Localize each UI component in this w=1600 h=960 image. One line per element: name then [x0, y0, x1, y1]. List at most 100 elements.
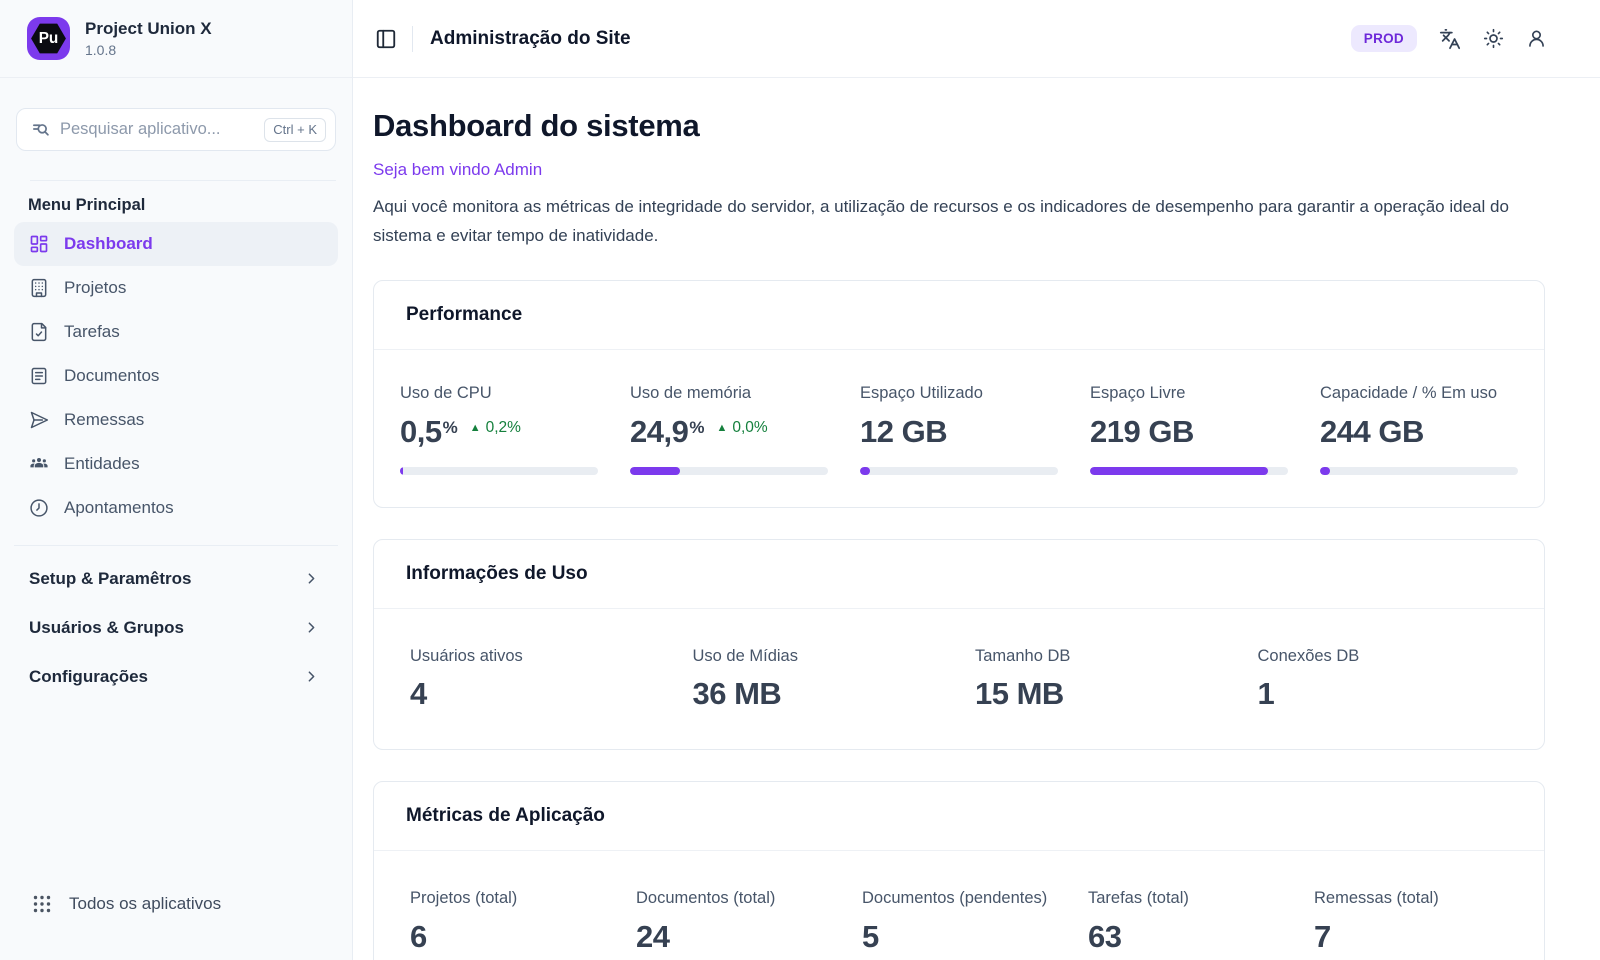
- environment-badge: PROD: [1351, 25, 1417, 52]
- sun-icon: [1483, 28, 1504, 49]
- app-name: Project Union X: [85, 19, 212, 39]
- metric-label: Espaço Utilizado: [860, 382, 1058, 406]
- metric-unit: %: [689, 418, 704, 438]
- all-apps-label: Todos os aplicativos: [69, 894, 221, 914]
- topbar-actions: PROD: [1351, 25, 1547, 52]
- all-apps-button[interactable]: Todos os aplicativos: [32, 894, 324, 914]
- metric-label: Uso de CPU: [400, 382, 598, 406]
- apps-grid-icon: [32, 894, 52, 914]
- sidebar-group-usuarios-grupos[interactable]: Usuários & Grupos: [0, 603, 352, 652]
- progress-fill: [1090, 467, 1268, 475]
- metric-space-free: Espaço Livre 219 GB: [1090, 382, 1288, 474]
- card-title: Métricas de Aplicação: [374, 782, 1544, 851]
- metric-label: Remessas (total): [1314, 887, 1508, 911]
- metric-value: 0,5: [400, 416, 442, 449]
- sidebar-footer: Todos os aplicativos: [0, 894, 352, 960]
- usage-metrics: Usuários ativos 4 Uso de Mídias 36 MB Ta…: [374, 609, 1544, 749]
- app-metrics: Projetos (total) 6 Documentos (total) 24…: [374, 851, 1544, 960]
- metric-label: Projetos (total): [410, 887, 604, 911]
- topbar: Administração do Site PROD: [353, 0, 1600, 78]
- brand: Pu Project Union X 1.0.8: [0, 0, 352, 78]
- app-version: 1.0.8: [85, 42, 212, 58]
- metric-delta: ▲ 0,2%: [470, 419, 521, 437]
- sidebar-item-label: Projetos: [64, 278, 126, 298]
- metric-value: 63: [1088, 921, 1282, 954]
- usage-info-card: Informações de Uso Usuários ativos 4 Uso…: [373, 539, 1545, 750]
- main-area: Administração do Site PROD: [353, 0, 1600, 960]
- building-icon: [29, 278, 49, 298]
- dashboard-icon: [29, 234, 49, 254]
- sidebar-toggle-button[interactable]: [375, 28, 397, 50]
- metric-label: Uso de memória: [630, 382, 828, 406]
- metric-value: 15 MB: [975, 678, 1226, 711]
- user-icon: [1526, 28, 1547, 49]
- sidebar-item-tarefas[interactable]: Tarefas: [14, 310, 338, 354]
- metric-label: Tarefas (total): [1088, 887, 1282, 911]
- metric-capacity: Capacidade / % Em uso 244 GB: [1320, 382, 1518, 474]
- sidebar-group-label: Setup & Paramêtros: [29, 569, 192, 589]
- progress-track: [860, 467, 1058, 475]
- metric-delta: ▲ 0,0%: [716, 419, 767, 437]
- performance-metrics: Uso de CPU 0,5 % ▲ 0,2% Uso de memór: [374, 350, 1544, 506]
- sidebar-group-configuracoes[interactable]: Configurações: [0, 652, 352, 701]
- metric-value: 4: [410, 678, 661, 711]
- progress-track: [1320, 467, 1518, 475]
- sidebar-item-dashboard[interactable]: Dashboard: [14, 222, 338, 266]
- sidebar-group-setup-parametros[interactable]: Setup & Paramêtros: [0, 554, 352, 603]
- sidebar-groups: Setup & Paramêtros Usuários & Grupos Con…: [0, 546, 352, 701]
- search-shortcut-badge: Ctrl + K: [264, 118, 326, 142]
- metric-tasks-total: Tarefas (total) 63: [1088, 887, 1282, 953]
- clock-icon: [29, 498, 49, 518]
- sidebar-item-label: Dashboard: [64, 234, 153, 254]
- search-input[interactable]: [60, 120, 254, 139]
- topbar-divider: [412, 26, 413, 52]
- menu-section-title: Menu Principal: [28, 196, 352, 215]
- user-menu-button[interactable]: [1526, 28, 1547, 49]
- metric-shipments-total: Remessas (total) 7: [1314, 887, 1508, 953]
- delta-up-icon: ▲: [470, 423, 481, 434]
- language-button[interactable]: [1439, 28, 1461, 50]
- search-box[interactable]: Ctrl + K: [16, 108, 336, 151]
- metric-label: Tamanho DB: [975, 645, 1226, 669]
- sidebar-item-label: Documentos: [64, 366, 159, 386]
- sidebar-item-documentos[interactable]: Documentos: [14, 354, 338, 398]
- metric-memory-usage: Uso de memória 24,9 % ▲ 0,0%: [630, 382, 828, 474]
- metric-active-users: Usuários ativos 4: [410, 645, 661, 711]
- sidebar-item-label: Apontamentos: [64, 498, 174, 518]
- chevron-right-icon: [303, 570, 320, 587]
- sidebar-item-entidades[interactable]: Entidades: [14, 442, 338, 486]
- content: Dashboard do sistema Seja bem vindo Admi…: [353, 78, 1600, 960]
- sidebar-item-projetos[interactable]: Projetos: [14, 266, 338, 310]
- hexagon-logo-icon: Pu: [27, 17, 70, 60]
- metric-value: 12 GB: [860, 416, 947, 449]
- sidebar-item-apontamentos[interactable]: Apontamentos: [14, 486, 338, 530]
- sidebar-item-remessas[interactable]: Remessas: [14, 398, 338, 442]
- search-wrap: Ctrl + K: [16, 108, 336, 151]
- performance-card: Performance Uso de CPU 0,5 % ▲ 0,2%: [373, 280, 1545, 507]
- send-icon: [29, 410, 49, 430]
- page-description: Aqui você monitora as métricas de integr…: [373, 193, 1545, 250]
- progress-track: [400, 467, 598, 475]
- sidebar-divider: [30, 180, 336, 181]
- chevron-right-icon: [303, 619, 320, 636]
- sidebar: Pu Project Union X 1.0.8 Ctrl + K Menu P…: [0, 0, 353, 960]
- chevron-right-icon: [303, 668, 320, 685]
- metric-value: 36 MB: [693, 678, 944, 711]
- delta-up-icon: ▲: [716, 423, 727, 434]
- metric-space-used: Espaço Utilizado 12 GB: [860, 382, 1058, 474]
- theme-toggle-button[interactable]: [1483, 28, 1504, 49]
- brand-text: Project Union X 1.0.8: [85, 19, 212, 58]
- panel-left-icon: [375, 28, 397, 50]
- search-icon: [31, 120, 50, 139]
- metric-documents-total: Documentos (total) 24: [636, 887, 830, 953]
- progress-fill: [630, 467, 680, 475]
- sidebar-item-label: Entidades: [64, 454, 140, 474]
- metric-label: Usuários ativos: [410, 645, 661, 669]
- app-root: Pu Project Union X 1.0.8 Ctrl + K Menu P…: [0, 0, 1600, 960]
- metric-label: Capacidade / % Em uso: [1320, 382, 1518, 406]
- main-nav: Dashboard Projetos Tarefas: [0, 222, 352, 530]
- translate-icon: [1439, 28, 1461, 50]
- metric-unit: %: [443, 418, 458, 438]
- document-icon: [29, 366, 49, 386]
- card-title: Informações de Uso: [374, 540, 1544, 609]
